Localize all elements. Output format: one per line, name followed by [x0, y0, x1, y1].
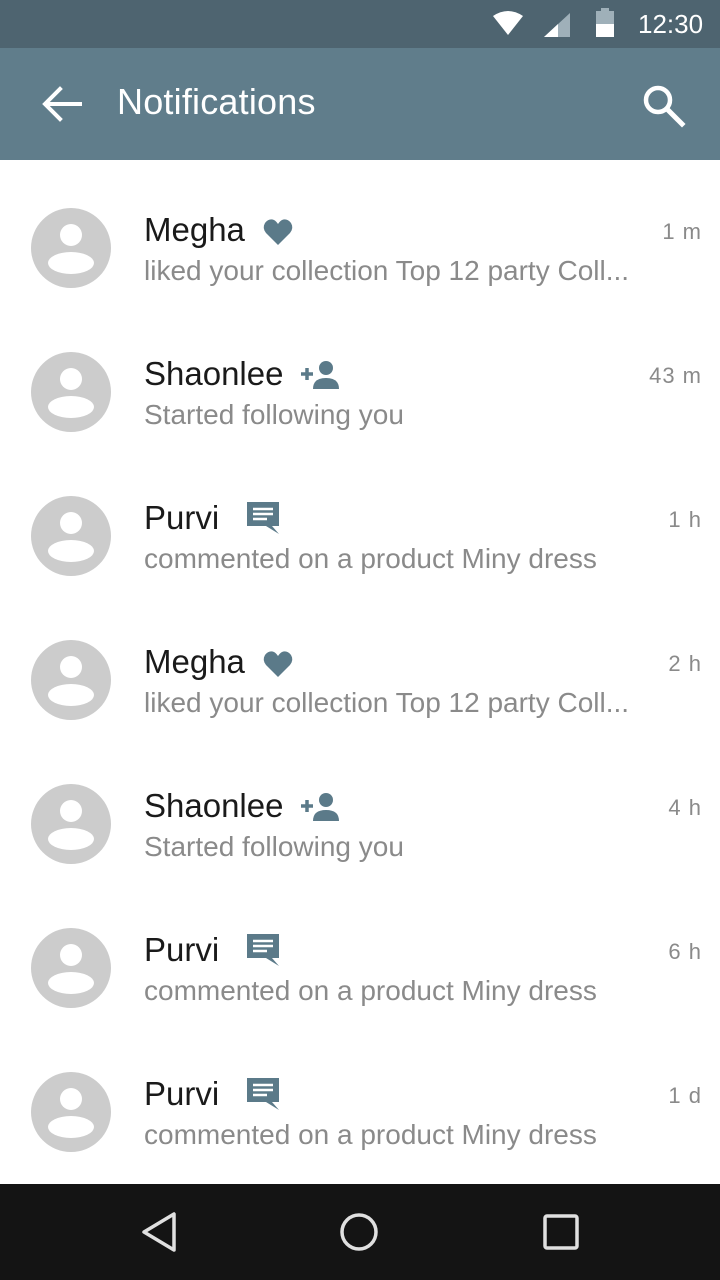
battery-icon	[596, 8, 614, 37]
avatar-placeholder-icon[interactable]	[31, 352, 111, 432]
heart-icon	[263, 219, 293, 245]
cell-signal-icon	[544, 13, 570, 37]
person-add-icon	[301, 793, 339, 821]
notification-user-name: Purvi	[144, 931, 220, 968]
back-triangle-icon[interactable]	[136, 1208, 184, 1256]
notification-text: liked your collection Top 12 party Coll.…	[144, 687, 630, 718]
notification-item[interactable]: Purvi commented on a product Miny dress 1 …	[0, 1024, 720, 1168]
notification-item[interactable]: Shaonlee Started following you 4 h	[0, 736, 720, 880]
notification-user-name: Megha	[144, 643, 245, 680]
page-title: Notifications	[117, 81, 316, 122]
notification-user-name: Shaonlee	[144, 787, 284, 824]
notification-item[interactable]: Shaonlee Started following you 43 m	[0, 304, 720, 448]
notification-time: 43 m	[649, 363, 702, 388]
avatar-placeholder-icon[interactable]	[31, 208, 111, 288]
notification-item[interactable]: Megha liked your collection Top 12 party …	[0, 160, 720, 304]
notification-text: liked your collection Top 12 party Coll.…	[144, 255, 630, 286]
notification-item[interactable]: Purvi commented on a product Miny dress 1 …	[0, 448, 720, 592]
notification-user-name: Shaonlee	[144, 355, 284, 392]
avatar-placeholder-icon[interactable]	[31, 1072, 111, 1152]
notification-text: commented on a product Miny dress	[144, 975, 597, 1006]
avatar-placeholder-icon[interactable]	[31, 496, 111, 576]
notification-text: Started following you	[144, 831, 404, 862]
notification-time: 2 h	[668, 651, 702, 676]
notification-text: Started following you	[144, 399, 404, 430]
avatar-placeholder-icon[interactable]	[31, 928, 111, 1008]
comment-icon	[247, 502, 279, 534]
comment-icon	[247, 1078, 279, 1110]
heart-icon	[263, 651, 293, 677]
notification-time: 1 m	[662, 219, 702, 244]
wifi-icon	[493, 11, 523, 35]
notification-time: 1 h	[668, 507, 702, 532]
app-bar: Notifications	[0, 48, 720, 160]
notification-time: 4 h	[668, 795, 702, 820]
comment-icon	[247, 934, 279, 966]
notification-user-name: Megha	[144, 211, 245, 248]
notification-list: Megha liked your collection Top 12 party …	[0, 160, 720, 1184]
notification-time: 6 h	[668, 939, 702, 964]
status-time: 12:30	[638, 9, 704, 39]
notification-item[interactable]: Megha liked your collection Top 12 party …	[0, 592, 720, 736]
notification-time: 1 d	[668, 1083, 702, 1108]
notification-text: commented on a product Miny dress	[144, 1119, 597, 1150]
avatar-placeholder-icon[interactable]	[31, 784, 111, 864]
search-icon[interactable]	[640, 82, 686, 128]
notification-user-name: Purvi	[144, 1075, 220, 1112]
recents-square-icon[interactable]	[537, 1208, 585, 1256]
notification-user-name: Purvi	[144, 499, 220, 536]
avatar-placeholder-icon[interactable]	[31, 640, 111, 720]
person-add-icon	[301, 361, 339, 389]
notification-item[interactable]: Purvi commented on a product Miny dress 6 …	[0, 880, 720, 1024]
home-circle-icon[interactable]	[335, 1208, 383, 1256]
status-bar: 12:30	[0, 0, 720, 48]
notification-text: commented on a product Miny dress	[144, 543, 597, 574]
back-arrow-icon[interactable]	[40, 82, 84, 126]
system-nav-bar	[0, 1184, 720, 1280]
